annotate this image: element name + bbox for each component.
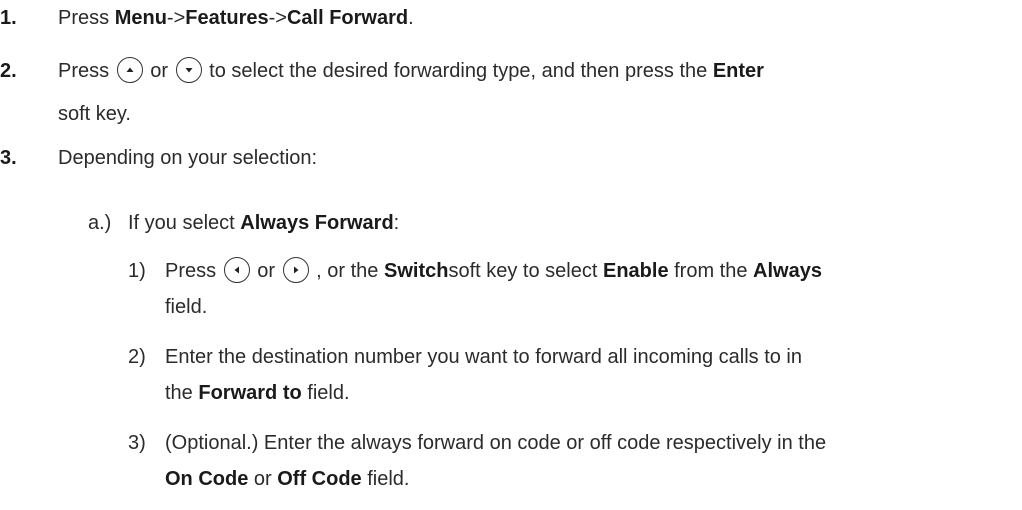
step-text: Press Menu->Features->Call Forward.: [58, 7, 414, 29]
step-number: 2.: [0, 60, 17, 82]
step-text: Press or to select the desired forwardin…: [58, 56, 764, 85]
item-text: Enter the destination number you want to…: [165, 346, 803, 368]
off-code-field-label: Off Code: [277, 468, 362, 490]
item-text: (Optional.) Enter the always forward on …: [165, 432, 827, 454]
item-text: Press or , or the Switchsoft key to sele…: [165, 256, 822, 285]
substep-label: a.): [88, 212, 112, 234]
always-forward-label: Always Forward: [240, 212, 394, 234]
up-arrow-key-icon: [116, 56, 143, 83]
down-arrow-key-icon: [175, 56, 202, 83]
substep-text: If you select Always Forward:: [128, 212, 400, 234]
left-arrow-key-icon: [223, 256, 250, 283]
step-number: 1.: [0, 7, 17, 29]
item-1-continuation: field.: [165, 296, 208, 318]
enter-softkey-label: Enter: [712, 60, 764, 82]
forward-to-field-label: Forward to: [198, 382, 302, 404]
step-number: 3.: [0, 147, 17, 169]
step-text: Depending on your selection:: [58, 147, 318, 169]
enable-label: Enable: [602, 260, 669, 282]
on-code-field-label: On Code: [165, 468, 249, 490]
item-label: 2): [128, 346, 146, 368]
step-2-continuation: soft key.: [58, 103, 131, 125]
features-label: Features: [185, 7, 269, 29]
item-label: 1): [128, 260, 146, 282]
item-label: 3): [128, 432, 146, 454]
always-field-label: Always: [753, 260, 822, 282]
menu-label: Menu: [114, 7, 167, 29]
right-arrow-key-icon: [282, 256, 309, 283]
call-forward-label: Call Forward: [286, 7, 409, 29]
item-3-continuation: On Code or Off Code field.: [165, 468, 410, 490]
item-2-continuation: the Forward to field.: [165, 382, 350, 404]
switch-softkey-label: Switch: [384, 260, 449, 282]
